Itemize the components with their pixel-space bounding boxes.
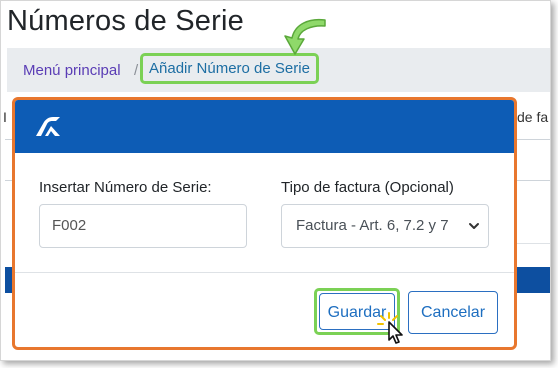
- invoice-type-label: Tipo de factura (Opcional): [281, 179, 454, 196]
- background-label-left: I: [3, 109, 7, 125]
- invoice-type-select[interactable]: Factura - Art. 6, 7.2 y 7: [281, 204, 489, 248]
- modal-header: [15, 100, 514, 153]
- green-curved-arrow-icon: [284, 18, 326, 55]
- breadcrumb-home-link[interactable]: Menú principal: [23, 62, 121, 79]
- chevron-down-icon: [469, 223, 479, 229]
- cancel-button[interactable]: Cancelar: [408, 291, 498, 334]
- background-divider: [516, 243, 550, 244]
- invoice-type-selected-value: Factura - Art. 6, 7.2 y 7: [296, 217, 449, 234]
- background-field-right: [516, 139, 550, 181]
- serial-number-input[interactable]: F002: [39, 204, 247, 248]
- mouse-cursor-icon: [377, 312, 403, 344]
- agency-logo-icon: [36, 117, 60, 136]
- background-label-right: de fa: [517, 109, 549, 125]
- serial-number-label: Insertar Número de Serie:: [39, 179, 212, 196]
- add-serial-modal: Insertar Número de Serie: Tipo de factur…: [12, 97, 517, 350]
- breadcrumb-separator: /: [134, 62, 139, 79]
- page-title: Números de Serie: [7, 5, 244, 37]
- modal-footer-divider: [15, 272, 514, 273]
- background-table-header-right: [516, 267, 550, 293]
